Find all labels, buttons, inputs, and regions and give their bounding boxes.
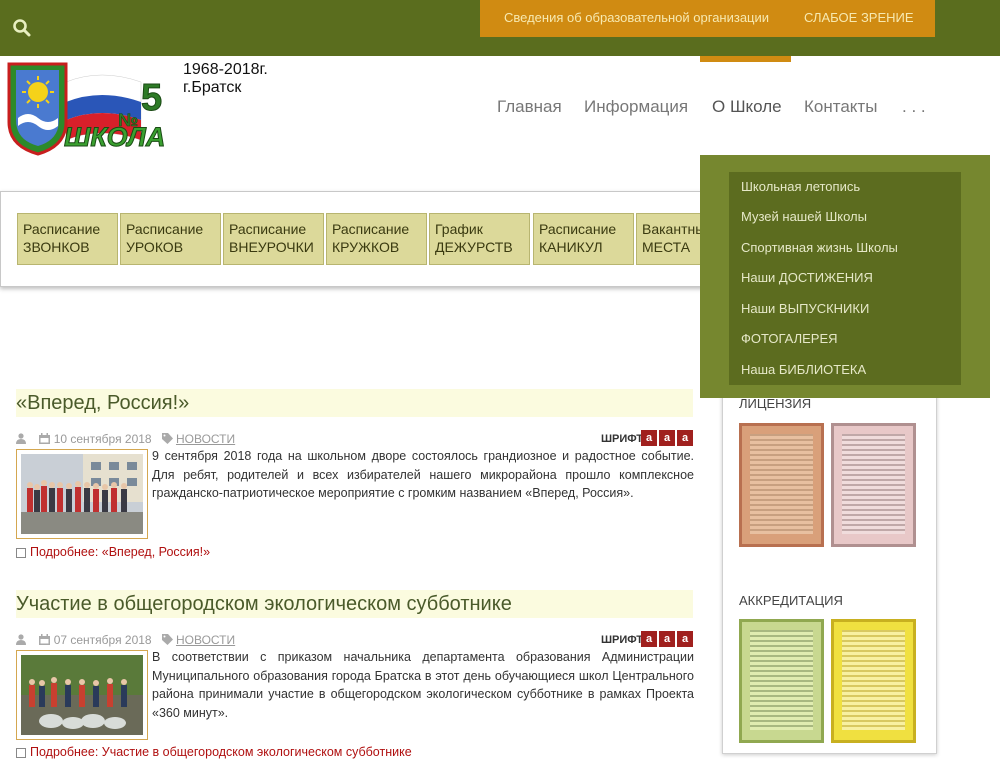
nav-more[interactable]: . . . bbox=[902, 97, 926, 117]
logo-school-text: ШКОЛА bbox=[64, 122, 165, 152]
license-heading: ЛИЦЕНЗИЯ bbox=[739, 396, 812, 411]
tag-icon bbox=[161, 634, 173, 645]
accreditation-document-1[interactable] bbox=[739, 619, 824, 743]
button-line2: ВНЕУРОЧКИ bbox=[229, 239, 314, 255]
top-bar: Сведения об образовательной организации … bbox=[0, 0, 1000, 56]
document-lines bbox=[750, 434, 813, 534]
tag-icon bbox=[161, 433, 173, 444]
sidebar: ЛИЦЕНЗИЯ АККРЕДИТАЦИЯ bbox=[722, 380, 937, 754]
nav-about-school[interactable]: О Школе bbox=[712, 97, 782, 117]
accreditation-document-2[interactable] bbox=[831, 619, 916, 743]
search-icon[interactable] bbox=[12, 18, 32, 38]
holidays-schedule-button[interactable]: Расписание КАНИКУЛ bbox=[533, 213, 634, 265]
user-icon bbox=[16, 634, 26, 645]
menu-item-library[interactable]: Наша БИБЛИОТЕКА bbox=[741, 362, 866, 377]
extracurricular-schedule-button[interactable]: Расписание ВНЕУРОЧКИ bbox=[223, 213, 324, 265]
font-size-label: ШРИФТ: bbox=[601, 433, 647, 445]
font-size-label: ШРИФТ: bbox=[601, 634, 647, 646]
article-title[interactable]: Участие в общегородском экологическом су… bbox=[16, 590, 693, 618]
button-line1: Расписание bbox=[539, 221, 617, 237]
dropdown-list: Школьная летопись Музей нашей Школы Спор… bbox=[729, 172, 961, 385]
user-icon bbox=[16, 433, 26, 444]
school-logo[interactable]: 5 № ШКОЛА bbox=[6, 60, 181, 158]
license-document-1[interactable] bbox=[739, 423, 824, 547]
font-increase-button[interactable]: a bbox=[641, 430, 657, 446]
button-line2: УРОКОВ bbox=[126, 239, 184, 255]
font-default-button[interactable]: a bbox=[659, 430, 675, 446]
license-document-2[interactable] bbox=[831, 423, 916, 547]
subbotnik-photo bbox=[21, 655, 143, 735]
article-intro: 9 сентября 2018 года на школьном дворе с… bbox=[152, 449, 694, 500]
low-vision-link[interactable]: СЛАБОЕ ЗРЕНИЕ bbox=[804, 10, 914, 25]
duty-schedule-button[interactable]: График ДЕЖУРСТВ bbox=[429, 213, 530, 265]
button-line1: Расписание bbox=[23, 221, 101, 237]
article-thumbnail[interactable] bbox=[16, 449, 148, 539]
document-lines bbox=[842, 630, 905, 730]
org-info-link[interactable]: Сведения об образовательной организации bbox=[504, 10, 769, 25]
city-text: г.Братск bbox=[183, 79, 242, 96]
lessons-schedule-button[interactable]: Расписание УРОКОВ bbox=[120, 213, 221, 265]
about-school-dropdown: Школьная летопись Музей нашей Школы Спор… bbox=[700, 155, 990, 398]
read-more-link[interactable]: Подробнее: «Вперед, Россия!» bbox=[16, 545, 210, 559]
top-links-panel: Сведения об образовательной организации … bbox=[480, 0, 935, 37]
nav-contacts[interactable]: Контакты bbox=[804, 97, 877, 117]
article-date: 10 сентября 2018 bbox=[53, 432, 152, 446]
calendar-icon bbox=[39, 433, 51, 444]
article-meta: 10 сентября 2018 НОВОСТИ bbox=[16, 432, 235, 446]
school-years: 1968-2018г. г.Братск bbox=[183, 61, 268, 97]
font-decrease-button[interactable]: a bbox=[677, 631, 693, 647]
nav-home[interactable]: Главная bbox=[497, 97, 562, 117]
button-line1: График bbox=[435, 221, 483, 237]
font-default-button[interactable]: a bbox=[659, 631, 675, 647]
article-intro: В соответствии с приказом начальника деп… bbox=[152, 650, 694, 720]
logo-number: 5 bbox=[141, 77, 162, 119]
button-line2: ЗВОНКОВ bbox=[23, 239, 90, 255]
menu-item-graduates[interactable]: Наши ВЫПУСКНИКИ bbox=[741, 301, 869, 316]
button-line2: КРУЖКОВ bbox=[332, 239, 400, 255]
expand-icon bbox=[16, 547, 26, 558]
expand-icon bbox=[16, 747, 26, 758]
nav-active-indicator bbox=[700, 56, 791, 62]
read-more-link[interactable]: Подробнее: Участие в общегородском эколо… bbox=[16, 745, 412, 759]
clubs-schedule-button[interactable]: Расписание КРУЖКОВ bbox=[326, 213, 427, 265]
accreditation-heading: АККРЕДИТАЦИЯ bbox=[739, 593, 843, 608]
nav-info[interactable]: Информация bbox=[584, 97, 688, 117]
menu-item-achievements[interactable]: Наши ДОСТИЖЕНИЯ bbox=[741, 270, 873, 285]
font-decrease-button[interactable]: a bbox=[677, 430, 693, 446]
schedule-panel: Расписание ЗВОНКОВ Расписание УРОКОВ Рас… bbox=[0, 191, 737, 287]
read-more-text: Подробнее: Участие в общегородском эколо… bbox=[30, 745, 412, 759]
document-lines bbox=[842, 434, 905, 534]
button-line1: Расписание bbox=[229, 221, 307, 237]
read-more-text: Подробнее: «Вперед, Россия!» bbox=[30, 545, 211, 559]
article-meta: 07 сентября 2018 НОВОСТИ bbox=[16, 633, 235, 647]
menu-item-sports[interactable]: Спортивная жизнь Школы bbox=[741, 240, 898, 255]
article-date: 07 сентября 2018 bbox=[53, 633, 152, 647]
button-line2: КАНИКУЛ bbox=[539, 239, 603, 255]
article-thumbnail[interactable] bbox=[16, 650, 148, 740]
category-link[interactable]: НОВОСТИ bbox=[176, 432, 235, 446]
calendar-icon bbox=[39, 634, 51, 645]
years-text: 1968-2018г. bbox=[183, 61, 268, 78]
button-line2: ДЕЖУРСТВ bbox=[435, 239, 513, 255]
menu-item-museum[interactable]: Музей нашей Школы bbox=[741, 209, 867, 224]
category-link[interactable]: НОВОСТИ bbox=[176, 633, 235, 647]
font-increase-button[interactable]: a bbox=[641, 631, 657, 647]
button-line1: Расписание bbox=[126, 221, 204, 237]
button-line1: Расписание bbox=[332, 221, 410, 237]
article-title[interactable]: «Вперед, Россия!» bbox=[16, 389, 693, 417]
bell-schedule-button[interactable]: Расписание ЗВОНКОВ bbox=[17, 213, 118, 265]
menu-item-gallery[interactable]: ФОТОГАЛЕРЕЯ bbox=[741, 331, 838, 346]
menu-item-chronicle[interactable]: Школьная летопись bbox=[741, 179, 860, 194]
document-lines bbox=[750, 630, 813, 730]
event-photo bbox=[21, 454, 143, 534]
